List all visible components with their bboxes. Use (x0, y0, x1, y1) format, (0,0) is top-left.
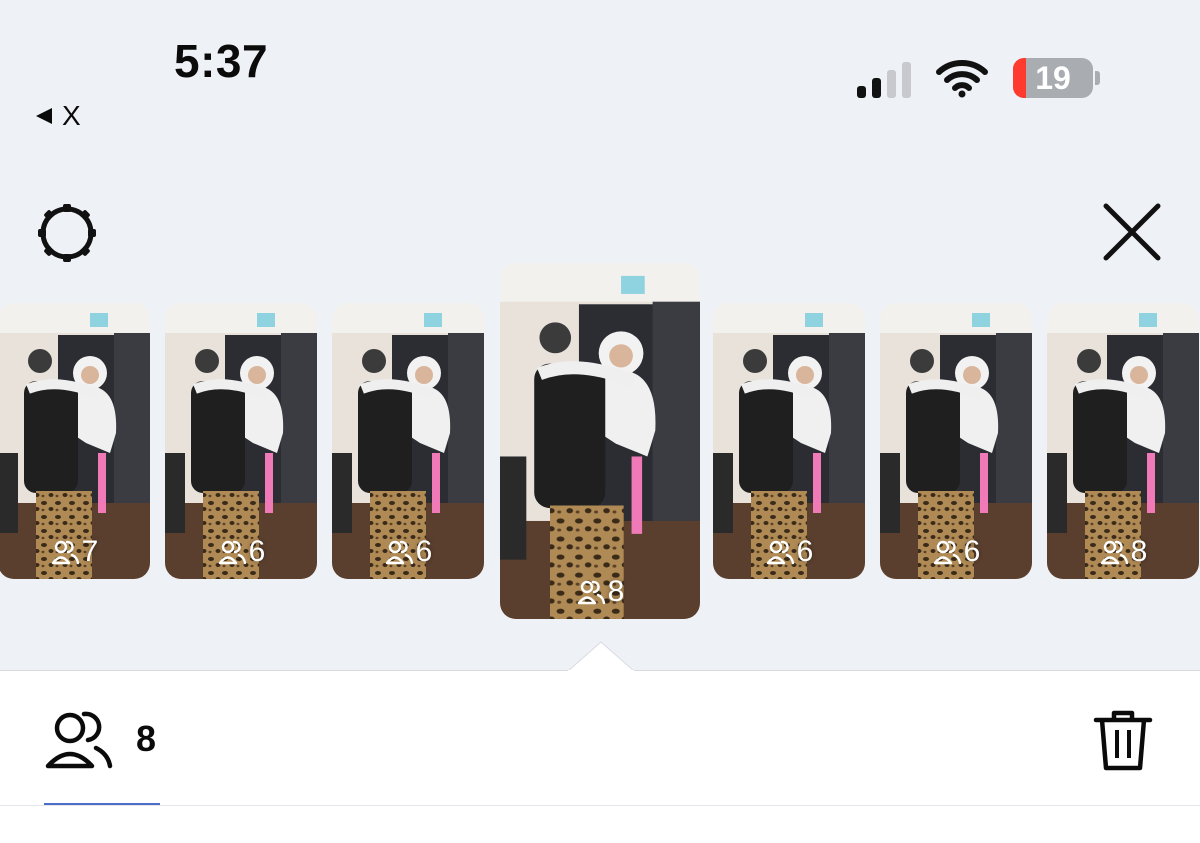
status-indicators: 19 (857, 58, 1100, 98)
divider (0, 805, 1200, 806)
back-app-label: X (62, 100, 81, 131)
people-icon (1100, 540, 1128, 565)
photo-image (500, 263, 700, 619)
photo-thumbnail[interactable]: 6 (713, 303, 865, 579)
face-count: 6 (165, 535, 317, 569)
wifi-icon (936, 60, 988, 98)
selection-pointer (568, 641, 634, 672)
people-icon (51, 540, 79, 565)
face-count: 6 (880, 535, 1032, 569)
trash-icon[interactable] (1092, 708, 1154, 772)
photo-thumbnail[interactable]: 6 (880, 303, 1032, 579)
detail-panel (0, 670, 1200, 843)
people-icon (577, 580, 605, 605)
photo-thumbnail-selected[interactable]: 8 (500, 263, 700, 619)
face-count: 6 (713, 535, 865, 569)
battery-icon: 19 (1013, 58, 1093, 98)
people-icon (385, 540, 413, 565)
back-triangle-icon (36, 108, 52, 124)
back-to-app-button[interactable]: X (36, 100, 81, 132)
people-icon (218, 540, 246, 565)
face-count: 6 (332, 535, 484, 569)
people-count: 8 (136, 718, 157, 759)
people-icon (45, 711, 113, 769)
face-count: 7 (0, 535, 150, 569)
people-icon (933, 540, 961, 565)
photo-thumbnail[interactable]: 6 (165, 303, 317, 579)
people-tab[interactable]: 8 (44, 706, 156, 772)
face-count: 8 (500, 575, 700, 609)
close-icon[interactable] (1102, 202, 1162, 262)
photo-thumbnail[interactable]: 7 (0, 303, 150, 579)
status-time: 5:37 (174, 35, 269, 87)
cellular-signal-icon (857, 58, 911, 98)
battery-percent: 19 (1035, 59, 1071, 96)
face-count: 8 (1047, 535, 1199, 569)
photo-thumbnail[interactable]: 6 (332, 303, 484, 579)
photo-thumbnail[interactable]: 8 (1047, 303, 1199, 579)
people-icon (766, 540, 794, 565)
settings-gear-icon[interactable] (36, 202, 98, 264)
